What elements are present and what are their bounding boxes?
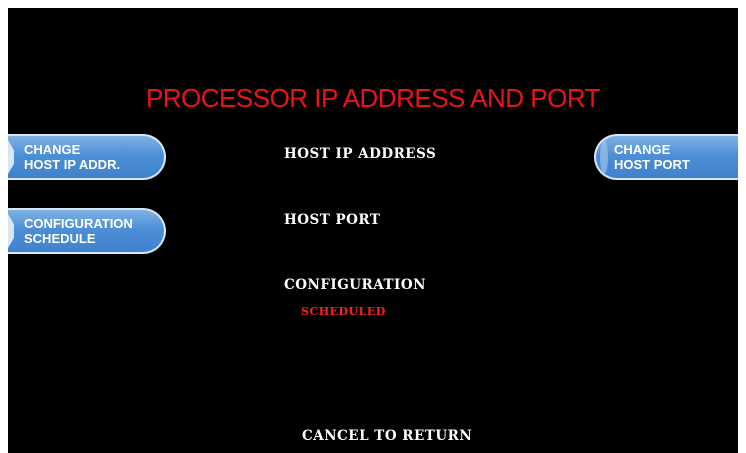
button-label-line2: HOST IP ADDR.: [24, 157, 121, 172]
host-ip-address-label: HOST IP ADDRESS: [284, 146, 437, 162]
change-host-port-button[interactable]: CHANGE HOST PORT: [594, 134, 738, 180]
cancel-to-return-text: CANCEL TO RETURN: [302, 428, 473, 444]
change-host-ip-button[interactable]: CHANGE HOST IP ADDR.: [8, 134, 166, 180]
key-tab-indicator: [600, 140, 608, 174]
button-label-line2: SCHEDULE: [24, 231, 96, 246]
button-label-line1: CHANGE: [24, 142, 81, 157]
host-port-label: HOST PORT: [284, 212, 381, 228]
page-title: PROCESSOR IP ADDRESS AND PORT: [145, 83, 601, 113]
button-label-line1: CONFIGURATION: [24, 216, 133, 231]
key-tab-indicator: [8, 140, 14, 174]
button-label-line2: HOST PORT: [614, 157, 690, 172]
button-label-line1: CHANGE: [614, 142, 671, 157]
atm-screen: PROCESSOR IP ADDRESS AND PORT CHANGE HOS…: [8, 8, 738, 453]
configuration-schedule-button[interactable]: CONFIGURATION SCHEDULE: [8, 208, 166, 254]
configuration-label: CONFIGURATION: [284, 277, 426, 293]
key-tab-indicator: [8, 214, 14, 248]
configuration-status: SCHEDULED: [301, 305, 386, 318]
